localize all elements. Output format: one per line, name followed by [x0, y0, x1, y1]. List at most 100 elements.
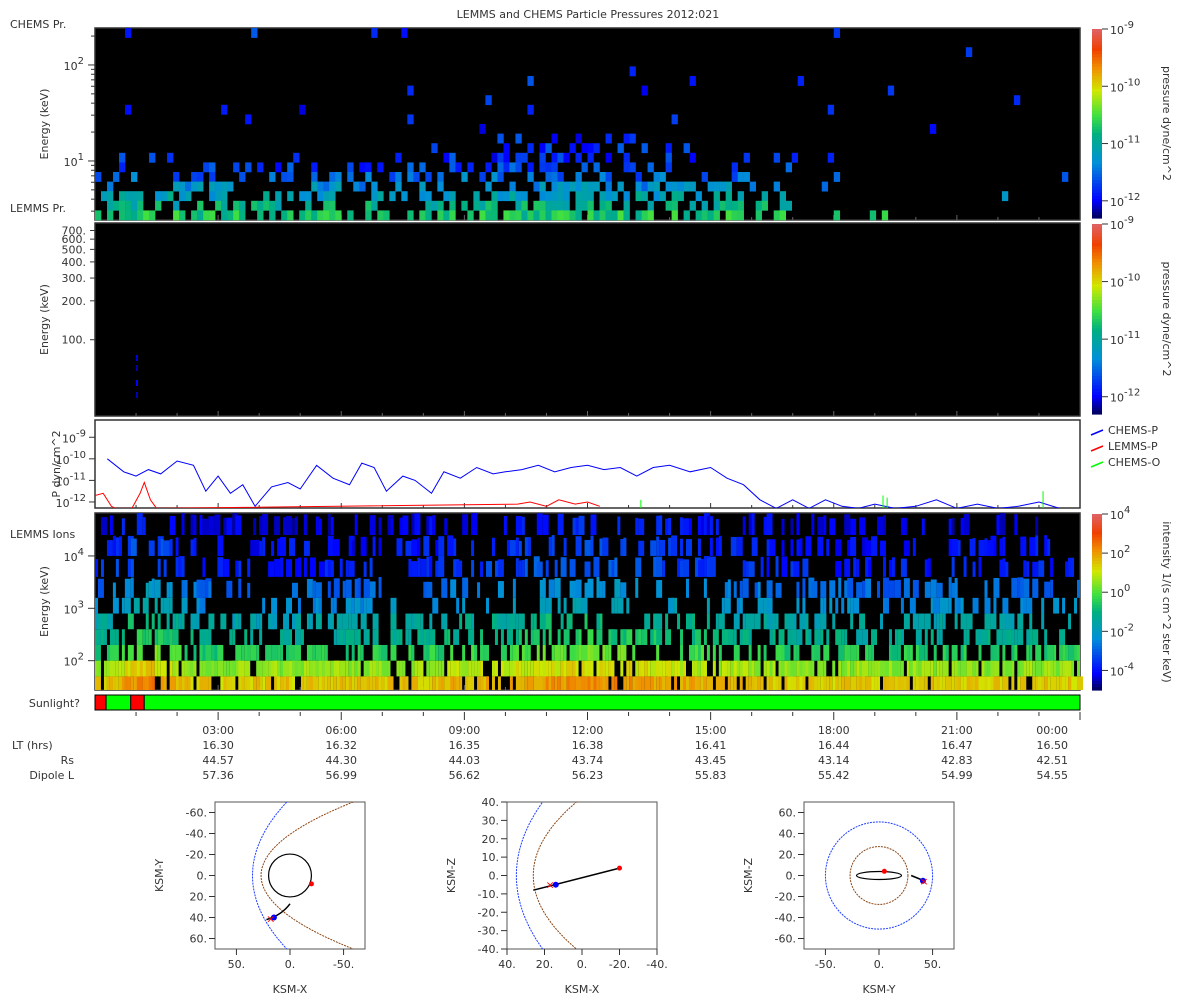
spectrogram-cell — [883, 577, 889, 598]
spectrogram-cell — [250, 613, 257, 630]
spectrogram-cell — [359, 162, 366, 173]
legend-label: CHEMS-O — [1108, 456, 1161, 469]
figure-title: LEMMS and CHEMS Particle Pressures 2012:… — [457, 8, 720, 21]
spectrogram-cell — [125, 191, 132, 202]
spectrogram-cell — [106, 613, 113, 630]
spectrogram-cell — [497, 559, 504, 577]
spectrogram-cell — [647, 200, 654, 211]
spectrogram-cell — [1035, 644, 1042, 661]
spectrogram-cell — [620, 582, 627, 598]
spectrogram-cell — [599, 210, 606, 221]
spectrogram-cell — [844, 629, 848, 645]
spectrogram-cell — [287, 191, 294, 202]
spectrogram-cell — [921, 518, 925, 535]
spectrogram-cell — [869, 210, 877, 221]
spectrogram-cell — [178, 676, 182, 690]
spectrogram-cell — [785, 162, 793, 173]
spectrogram-cell — [691, 629, 695, 645]
spectrogram-cell — [432, 676, 436, 690]
spectrogram-cell — [393, 613, 397, 630]
spectrogram-cell — [739, 580, 743, 598]
spectrogram-cell — [623, 191, 630, 202]
spectrogram-cell — [826, 676, 830, 690]
spectrogram-cell — [173, 210, 180, 221]
spectrogram-cell — [865, 676, 872, 690]
spectrogram-cell — [581, 644, 588, 661]
particle-pressure-figure: LEMMS and CHEMS Particle Pressures 2012:… — [10, 8, 1173, 996]
spectrogram-cell — [227, 181, 234, 192]
spectrogram-cell — [509, 676, 513, 690]
spectrogram-cell — [527, 104, 534, 115]
spectrogram-cell — [757, 581, 761, 598]
spectrogram-cell — [584, 660, 588, 677]
spectrogram-cell — [512, 578, 516, 598]
spectrogram-cell — [509, 540, 516, 556]
spectrogram-cell — [503, 162, 510, 173]
spectrogram-cell — [1005, 676, 1009, 690]
spectrogram-cell — [563, 191, 570, 202]
spectrogram-cell — [1023, 597, 1027, 614]
spectrogram-cell — [960, 613, 967, 630]
spectrogram-cell — [509, 629, 513, 645]
spectrogram-cell — [773, 210, 780, 221]
spectrogram-cell — [823, 597, 827, 614]
spectrogram-cell — [1002, 613, 1006, 630]
spectrogram-cell — [317, 191, 324, 202]
spectrogram-cell — [163, 540, 170, 556]
spectrogram-cell — [137, 200, 144, 211]
spectrogram-cell — [602, 537, 609, 556]
ephemeris-row-label: LT (hrs) — [12, 739, 53, 752]
spectrogram-cell — [894, 629, 898, 645]
spectrogram-cell — [145, 629, 149, 645]
spectrogram-cell — [629, 66, 636, 77]
spectrogram-cell — [417, 557, 421, 577]
tick-exponent: 1 — [78, 152, 84, 163]
spectrogram-cell — [915, 660, 919, 677]
spectrogram-cell — [95, 559, 98, 577]
spectrogram-cell — [311, 172, 318, 182]
spectrogram-cell — [718, 660, 722, 677]
spectrogram-cell — [393, 597, 397, 614]
spectrogram-cell — [742, 613, 746, 630]
spectrogram-cell — [515, 629, 519, 645]
spectrogram-cell — [354, 514, 358, 535]
spectrogram-cell — [232, 660, 236, 677]
spectrogram-cell — [1050, 557, 1054, 577]
spectrogram-cell — [957, 676, 961, 690]
spectrogram-cell — [539, 181, 546, 192]
spectrogram-cell — [942, 676, 946, 690]
tick-base: 10 — [1110, 509, 1124, 522]
spectrogram-cell — [173, 200, 180, 211]
spectrogram-cell — [623, 133, 630, 144]
tick-base: 10 — [1110, 392, 1124, 405]
spectrogram-cell — [136, 355, 138, 361]
spectrogram-cell — [984, 613, 991, 630]
spectrogram-cell — [1005, 561, 1009, 577]
spectrogram-cell — [1029, 644, 1033, 661]
spectrogram-cell — [238, 613, 242, 630]
spectrogram-cell — [197, 181, 204, 192]
spectrogram-cell — [978, 556, 982, 577]
spectrogram-cell — [680, 517, 684, 535]
spectrogram-cell — [130, 538, 137, 556]
spectrogram-cell — [754, 676, 758, 690]
spectrogram-cell — [680, 660, 684, 677]
spectrogram-cell — [847, 597, 851, 614]
spectrogram-cell — [486, 597, 489, 614]
spectrogram-cell — [473, 191, 480, 202]
spectrogram-cell — [933, 597, 940, 614]
spectrogram-cell — [408, 558, 412, 577]
spectrogram-cell — [435, 539, 439, 556]
spectrogram-cell — [820, 629, 824, 645]
spectrogram-cell — [850, 613, 854, 630]
colorbar-swatch — [1092, 410, 1102, 415]
spectrogram-cell — [891, 557, 895, 577]
spectrogram-cell — [737, 210, 744, 221]
spectrogram-cell — [335, 210, 342, 221]
tick-base: 10 — [1110, 334, 1124, 347]
spectrogram-cell — [942, 613, 946, 630]
spectrogram-cell — [539, 200, 546, 211]
spectrogram-cell — [906, 644, 910, 661]
spectrogram-cell — [1032, 676, 1036, 690]
spectrogram-cell — [623, 644, 627, 661]
